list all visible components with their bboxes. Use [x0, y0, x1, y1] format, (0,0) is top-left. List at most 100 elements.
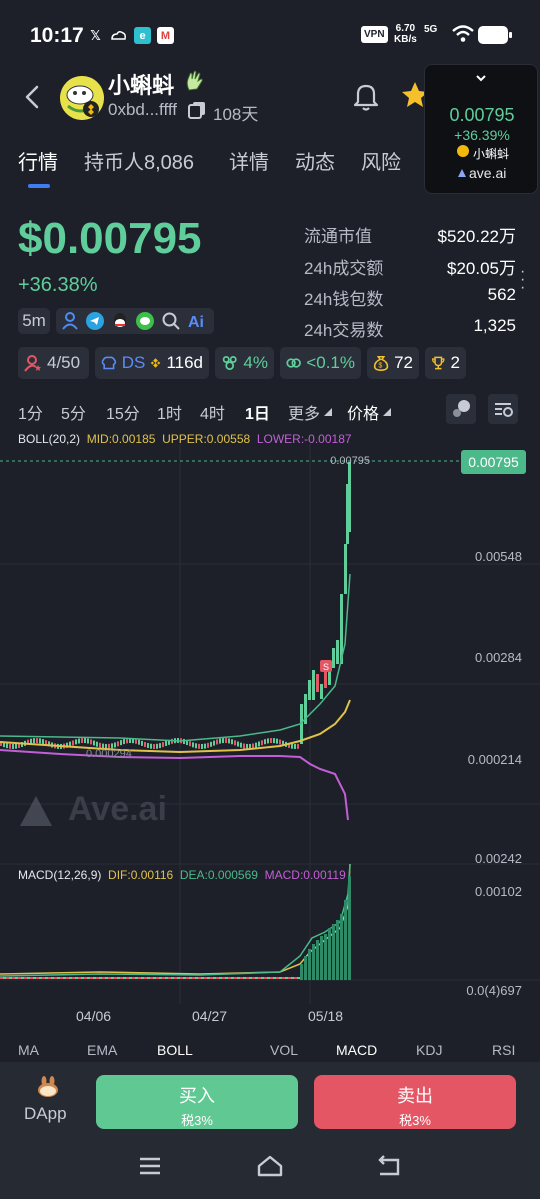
macd-bar [234, 977, 237, 979]
candle [276, 738, 278, 744]
trophy-badge[interactable]: 2 [425, 347, 466, 379]
return-icon[interactable] [376, 1154, 404, 1178]
indicator-tab-macd[interactable]: MACD [336, 1042, 377, 1058]
macd-bar [282, 977, 285, 979]
macd-bar [0, 977, 3, 979]
candle [240, 742, 242, 748]
date-label-1: 04/06 [76, 1008, 112, 1024]
interval-15m[interactable]: 15分 [106, 400, 140, 424]
pct-badge-2[interactable]: <0.1% [280, 347, 361, 379]
search-icon[interactable] [162, 312, 180, 330]
macd-bar [138, 977, 141, 979]
hand-emoji-icon [186, 70, 203, 91]
macd-bar [195, 977, 198, 979]
home-icon[interactable] [256, 1154, 284, 1178]
telegram-icon[interactable] [86, 312, 104, 330]
price-mode[interactable]: 价格 [347, 400, 379, 424]
copy-icon[interactable] [188, 101, 206, 119]
more-vertical-icon[interactable]: · · · [520, 264, 525, 296]
svg-text:Ai: Ai [188, 314, 204, 330]
dropdown-triangle-icon [324, 408, 332, 416]
macd-bar [15, 977, 18, 979]
macd-dea: DEA:0.000569 [179, 868, 258, 882]
chart-settings-button[interactable] [488, 394, 518, 424]
chevron-down-icon[interactable] [474, 71, 488, 85]
popup-token-name: 小蝌蚪 [473, 147, 510, 161]
macd-axis-bottom: 0.0(4)697 [466, 983, 522, 998]
menu-icon[interactable] [138, 1156, 162, 1176]
user-icon[interactable] [62, 312, 78, 330]
timeframe-chip[interactable]: 5m [18, 308, 50, 334]
candle [237, 741, 239, 747]
sell-marker: S [320, 660, 332, 672]
macd-bar [222, 977, 225, 979]
holders-badge[interactable]: 4/50 [18, 347, 89, 379]
pct-badge-1[interactable]: 4% [215, 347, 274, 379]
indicator-tab-vol[interactable]: VOL [270, 1042, 298, 1058]
ds-age: 116d [166, 353, 203, 372]
price-change: +36.38% [18, 274, 98, 296]
buy-button[interactable]: 买入 税3% [96, 1075, 298, 1129]
money-badge[interactable]: $ 72 [367, 347, 419, 379]
axis-label-2: 0.00284 [475, 650, 522, 665]
svg-text:$: $ [378, 361, 382, 369]
interval-1m[interactable]: 1分 [18, 400, 43, 424]
interval-1d[interactable]: 1日 [245, 400, 270, 424]
macd-bar [141, 977, 144, 979]
tab-holders[interactable]: 持币人8,086 [84, 146, 194, 175]
tab-market[interactable]: 行情 [18, 146, 58, 175]
network-type: 5G [424, 24, 438, 35]
interval-1h[interactable]: 1时 [157, 400, 182, 424]
macd-bar [99, 977, 102, 979]
macd-legend: MACD(12,26,9) DIF:0.00116 DEA:0.000569 M… [18, 868, 346, 882]
macd-bar [45, 977, 48, 979]
indicator-tab-ema[interactable]: EMA [87, 1042, 117, 1058]
bell-icon[interactable] [350, 80, 382, 112]
macd-bar [324, 934, 327, 980]
wechat-icon[interactable] [136, 312, 154, 330]
candle [36, 738, 38, 744]
interval-5m[interactable]: 5分 [61, 400, 86, 424]
interval-more[interactable]: 更多 [288, 400, 320, 424]
candle [30, 738, 32, 744]
current-price-tag: 0.00795 [461, 450, 526, 474]
dapp-button[interactable]: DApp [24, 1104, 67, 1124]
indicator-tab-boll[interactable]: BOLL [157, 1042, 193, 1058]
candle [72, 740, 74, 746]
back-icon[interactable] [18, 82, 48, 112]
social-links: Ai [56, 308, 214, 334]
macd-axis-top: 0.00102 [475, 884, 522, 899]
candle [279, 739, 281, 745]
floating-price-widget[interactable]: 0.00795 +36.39% 小蝌蚪 ave.ai [424, 64, 538, 194]
status-time: 10:17 [30, 24, 84, 47]
indicator-tab-kdj[interactable]: KDJ [416, 1042, 442, 1058]
qq-icon[interactable] [112, 312, 128, 330]
network-speed: 6.70 KB/s [394, 23, 417, 45]
macd-bar [111, 977, 114, 979]
macd-bar [66, 977, 69, 979]
macd-dif: DIF:0.00116 [108, 868, 174, 882]
macd-bar [78, 977, 81, 979]
tab-details[interactable]: 详情 [229, 146, 269, 175]
macd-bar [153, 977, 156, 979]
tab-activity[interactable]: 动态 [295, 146, 335, 175]
price-chart[interactable]: S [0, 444, 540, 1012]
pancake-dapp-icon[interactable] [36, 1075, 60, 1099]
axis-label-3: 0.000214 [467, 752, 522, 767]
indicator-tab-rsi[interactable]: RSI [492, 1042, 515, 1058]
ds-badge[interactable]: DS 116d [95, 347, 209, 379]
macd-bar [258, 977, 261, 979]
cloud-app-icon [110, 27, 127, 44]
drawing-tools-button[interactable] [446, 394, 476, 424]
tab-risk[interactable]: 风险 [361, 146, 401, 175]
token-address[interactable]: 0xbd...ffff [108, 100, 177, 120]
candle [219, 738, 221, 744]
macd-value: MACD:0.00119 [264, 868, 346, 882]
sell-button[interactable]: 卖出 税3% [314, 1075, 516, 1129]
interval-4h[interactable]: 4时 [200, 400, 225, 424]
macd-bar [84, 977, 87, 979]
token-name: 小蝌蚪 [108, 73, 175, 98]
indicator-tab-ma[interactable]: MA [18, 1042, 39, 1058]
candle [39, 738, 41, 744]
ai-icon[interactable]: Ai [188, 312, 210, 330]
